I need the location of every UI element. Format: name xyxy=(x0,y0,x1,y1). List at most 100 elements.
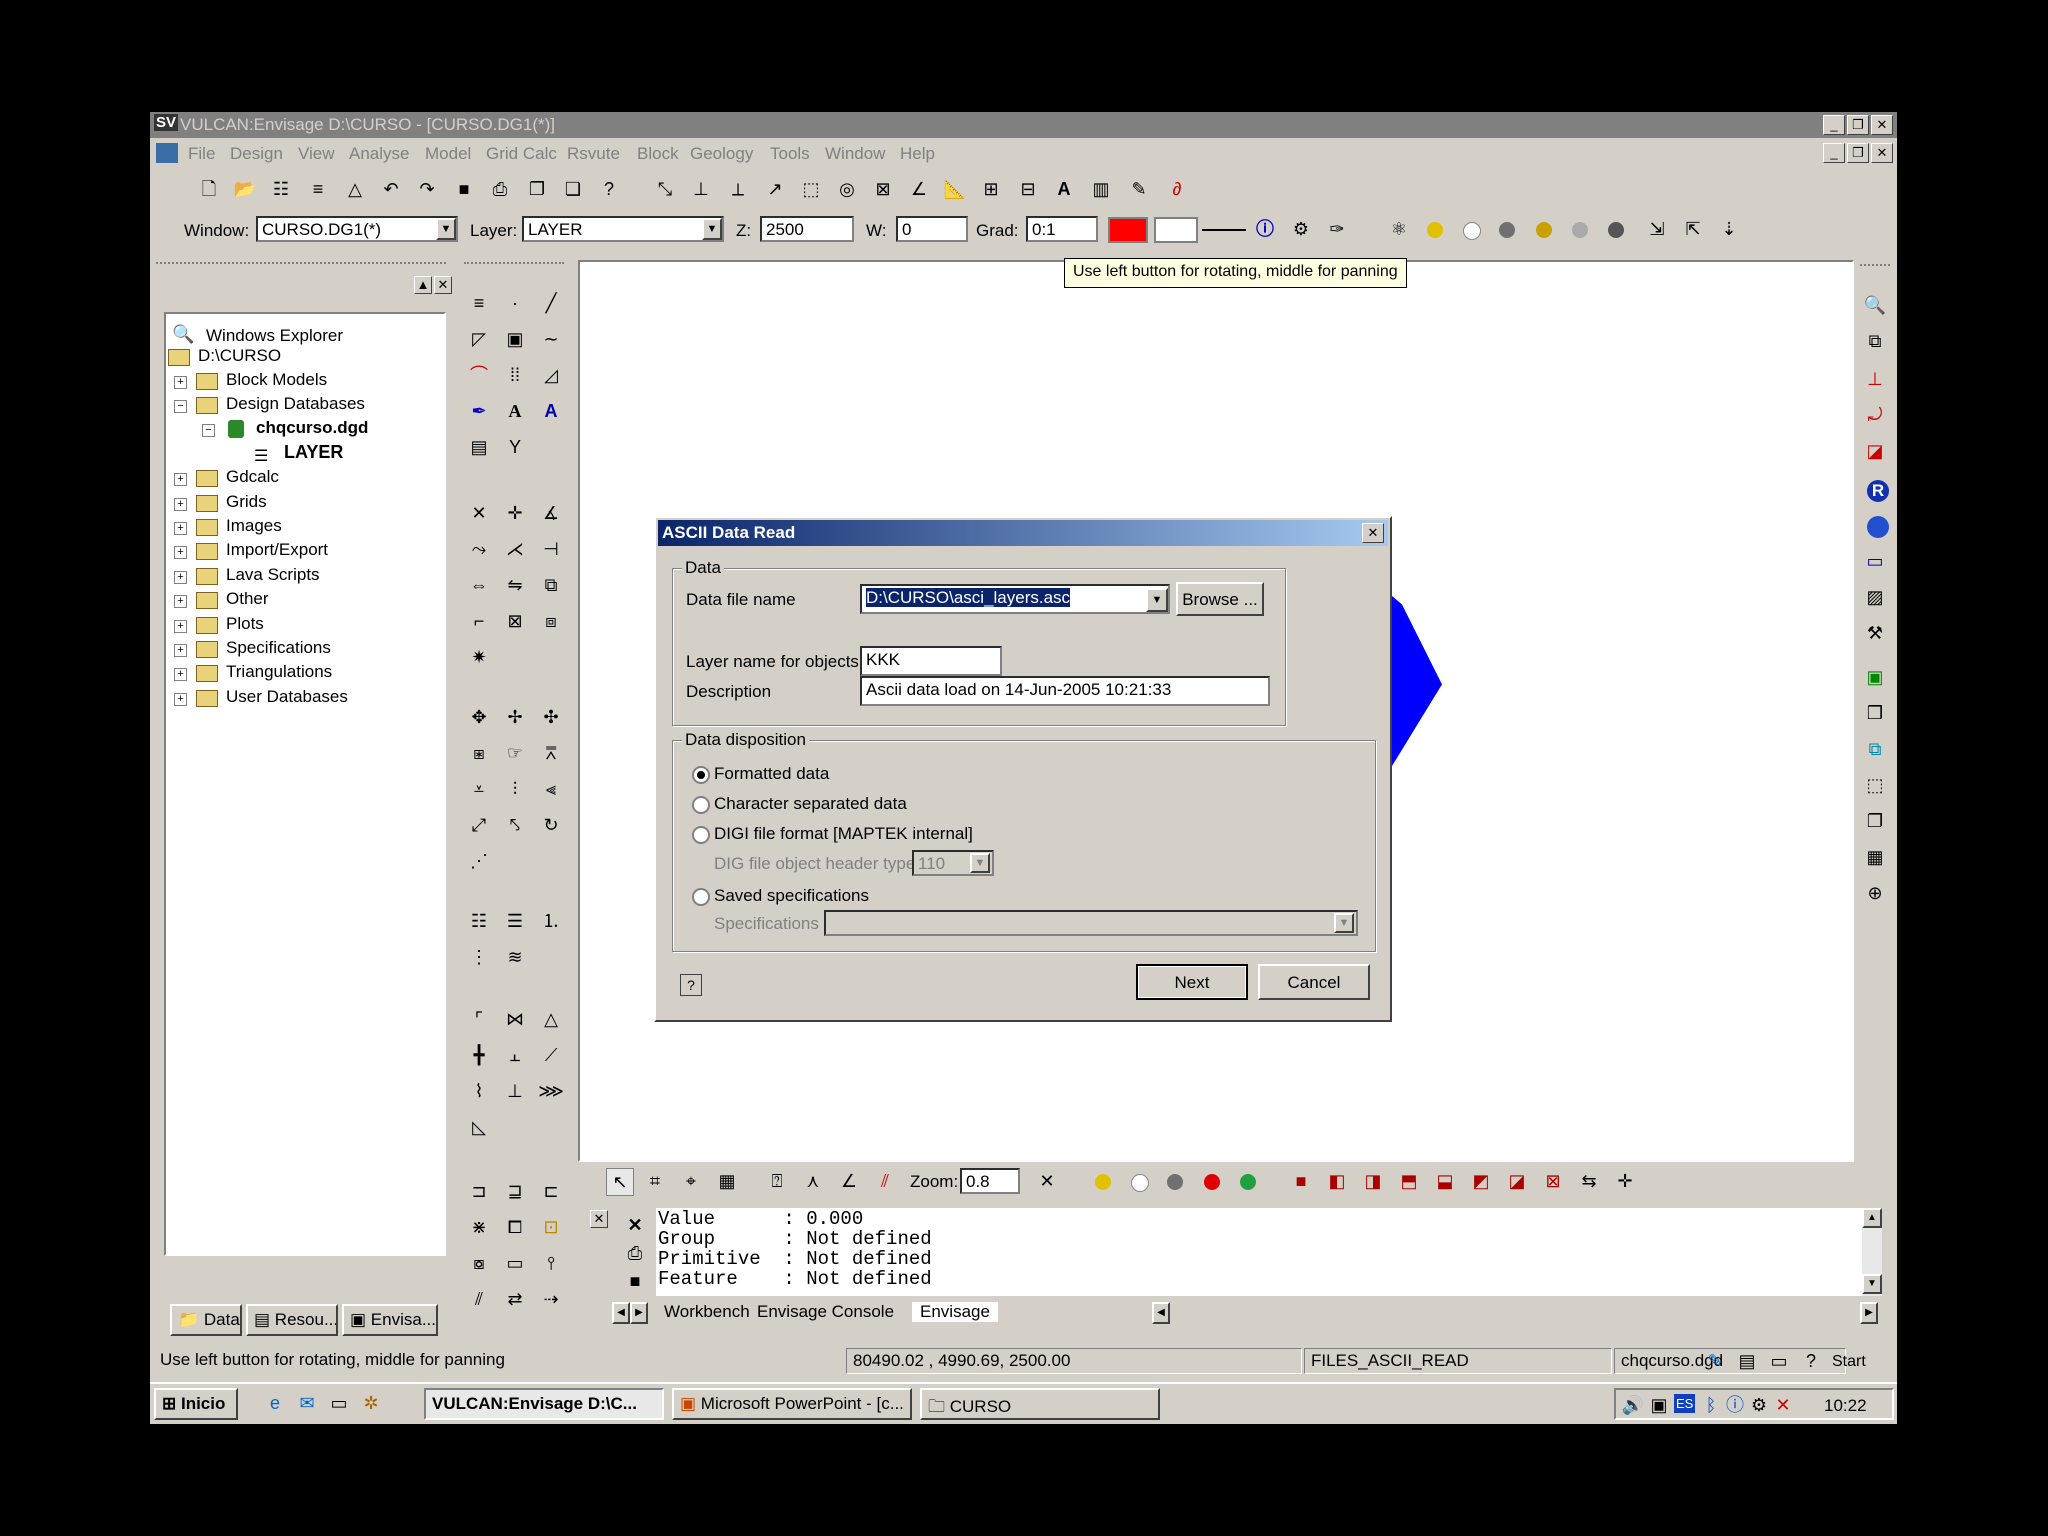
red-sphere-icon[interactable] xyxy=(1204,1174,1220,1190)
yellow-sphere-icon[interactable] xyxy=(1427,222,1443,238)
menu-geology[interactable]: Geology xyxy=(690,144,753,164)
expand-icon[interactable]: + xyxy=(174,498,187,511)
next-button[interactable]: Next xyxy=(1136,964,1248,1000)
paste-icon[interactable]: ❏ xyxy=(560,176,586,202)
network-tool-icon[interactable]: ⋇ xyxy=(466,1214,492,1240)
tab-data[interactable]: 📁 Data xyxy=(170,1304,242,1336)
multi-sphere-icon[interactable] xyxy=(1240,1174,1256,1190)
cube-front-icon[interactable]: ◧ xyxy=(1324,1168,1350,1194)
vertex-tool-icon[interactable]: ⌜ xyxy=(466,1006,492,1032)
photo-view-icon[interactable]: ▨ xyxy=(1862,584,1888,610)
table-icon[interactable]: ▦ xyxy=(714,1168,740,1194)
level-icon[interactable]: ⟂ xyxy=(725,176,751,202)
info-tray-icon[interactable]: ⓘ xyxy=(1722,1392,1748,1418)
minimize-icon[interactable]: _ xyxy=(1823,115,1845,135)
saved-specs-radio[interactable] xyxy=(692,888,710,906)
shape-tool-icon[interactable]: ◿ xyxy=(538,362,564,388)
tab-next-icon[interactable]: ▶ xyxy=(630,1302,648,1324)
panel-close-icon[interactable]: ✕ xyxy=(434,276,452,294)
tree-list-icon[interactable]: ⋮ xyxy=(466,944,492,970)
saved-specs-label[interactable]: Saved specifications xyxy=(714,886,869,906)
help-icon[interactable]: ? xyxy=(596,176,622,202)
menu-block[interactable]: Block xyxy=(637,144,679,164)
yellow-sphere-icon[interactable] xyxy=(1095,1174,1111,1190)
menu-model[interactable]: Model xyxy=(425,144,471,164)
expand-icon[interactable]: + xyxy=(174,522,187,535)
reset-view-icon[interactable]: R xyxy=(1867,480,1889,502)
erase-icon[interactable]: △ xyxy=(342,176,368,202)
info-icon[interactable]: ⓘ xyxy=(1252,216,1278,242)
expand-icon[interactable]: + xyxy=(174,376,187,389)
expand-icon[interactable]: + xyxy=(174,644,187,657)
line-style-selector[interactable] xyxy=(1202,217,1246,243)
join-tool-icon[interactable]: ⋌ xyxy=(502,536,528,562)
tree-item-specifications[interactable]: Specifications xyxy=(226,638,331,658)
tab-prev-icon[interactable]: ◀ xyxy=(612,1302,630,1324)
print-console-icon[interactable]: ⎙ xyxy=(622,1240,648,1266)
block-tool-icon[interactable]: ⧠ xyxy=(502,1214,528,1240)
move-tool-icon[interactable]: ✥ xyxy=(466,704,492,730)
chevron-down-icon[interactable]: ▼ xyxy=(436,218,456,240)
grid-tool-icon[interactable]: ⁞⁞ xyxy=(502,362,528,388)
polygon-tool-icon[interactable]: ◸ xyxy=(466,326,492,352)
list-tool-icon[interactable]: ☷ xyxy=(466,908,492,934)
desktop-icon[interactable]: ▭ xyxy=(326,1390,352,1416)
menu-rsvute[interactable]: Rsvute xyxy=(567,144,620,164)
target-view-icon[interactable]: ⊕ xyxy=(1862,880,1888,906)
split-tool-icon[interactable]: Y xyxy=(502,434,528,460)
zoom-icon[interactable]: 🔍 xyxy=(1862,292,1888,318)
sector-tool-icon[interactable]: ◺ xyxy=(466,1114,492,1140)
status-list-icon[interactable]: ▤ xyxy=(1734,1348,1760,1374)
status-start[interactable]: Start xyxy=(1832,1353,1866,1371)
import-icon[interactable]: ⇱ xyxy=(1680,216,1706,242)
point-tool-icon[interactable]: · xyxy=(502,290,528,316)
dimension-icon[interactable]: ⋏ xyxy=(800,1168,826,1194)
console-output[interactable]: Value : 0.000 Group : Not defined Primit… xyxy=(656,1208,1878,1296)
gray-sphere-icon[interactable] xyxy=(1499,222,1515,238)
trim-tool-icon[interactable]: ⊣ xyxy=(538,536,564,562)
w-input[interactable]: 0 xyxy=(896,216,968,242)
swap-icon[interactable]: ⇆ xyxy=(1576,1168,1602,1194)
tree-item-other[interactable]: Other xyxy=(226,589,269,609)
clear-console-icon[interactable]: ✕ xyxy=(622,1212,648,1238)
sheet-tool-icon[interactable]: ▤ xyxy=(466,434,492,460)
status-edit-icon[interactable]: ✎ xyxy=(1702,1348,1728,1374)
new-icon[interactable]: 🗋 xyxy=(196,176,222,202)
gold-spheres-icon[interactable] xyxy=(1536,222,1552,238)
tree-item-triangulations[interactable]: Triangulations xyxy=(226,662,332,682)
menu-file[interactable]: File xyxy=(188,144,215,164)
cube-iso-icon[interactable]: ◩ xyxy=(1468,1168,1494,1194)
menu-view[interactable]: View xyxy=(298,144,335,164)
unit-tool-icon[interactable]: ⊡ xyxy=(538,1214,564,1240)
target-icon[interactable]: ◎ xyxy=(834,176,860,202)
tab-envisage[interactable]: ▣ Envisa... xyxy=(342,1304,438,1336)
tray-app-icon[interactable]: ⚙ xyxy=(1746,1392,1772,1418)
plane-view-icon[interactable]: ◪ xyxy=(1862,438,1888,464)
image-tool-icon[interactable]: ▣ xyxy=(502,326,528,352)
tree-item-design-databases[interactable]: Design Databases xyxy=(226,394,365,414)
digi-format-radio[interactable] xyxy=(692,826,710,844)
base-tool-icon[interactable]: ⊥ xyxy=(502,1078,528,1104)
dialog-close-icon[interactable]: ✕ xyxy=(1362,523,1384,543)
zoom-close-icon[interactable]: ✕ xyxy=(1034,1168,1060,1194)
bench-tool-icon[interactable]: ⊒ xyxy=(502,1178,528,1204)
plane-tool-icon[interactable]: ⫠ xyxy=(502,1042,528,1068)
select-arrow-icon[interactable]: ↖ xyxy=(606,1168,634,1196)
cancel-button[interactable]: Cancel xyxy=(1258,964,1370,1000)
grid-view-icon[interactable]: ▦ xyxy=(1862,844,1888,870)
white-sphere-icon[interactable] xyxy=(1463,222,1481,240)
text-icon[interactable]: A xyxy=(1051,176,1077,202)
measure-icon[interactable]: ⊥ xyxy=(688,176,714,202)
drag-tool-icon[interactable]: ☞ xyxy=(502,740,528,766)
grid-snap-icon[interactable]: ⌗ xyxy=(642,1168,668,1194)
mdi-minimize-icon[interactable]: _ xyxy=(1823,143,1845,163)
ladder-tool-icon[interactable]: ⫯ xyxy=(538,1250,564,1276)
tab-workbench[interactable]: Workbench xyxy=(664,1302,750,1322)
tree-item-gdcalc[interactable]: Gdcalc xyxy=(226,467,279,487)
formatted-data-label[interactable]: Formatted data xyxy=(714,764,829,784)
expand-icon[interactable]: + xyxy=(174,546,187,559)
curve-edit-icon[interactable]: ⌇ xyxy=(466,1078,492,1104)
pair-spheres-icon[interactable] xyxy=(1572,222,1588,238)
fill-swatch[interactable] xyxy=(1154,217,1198,243)
connect-tool-icon[interactable]: ⋈ xyxy=(502,1006,528,1032)
